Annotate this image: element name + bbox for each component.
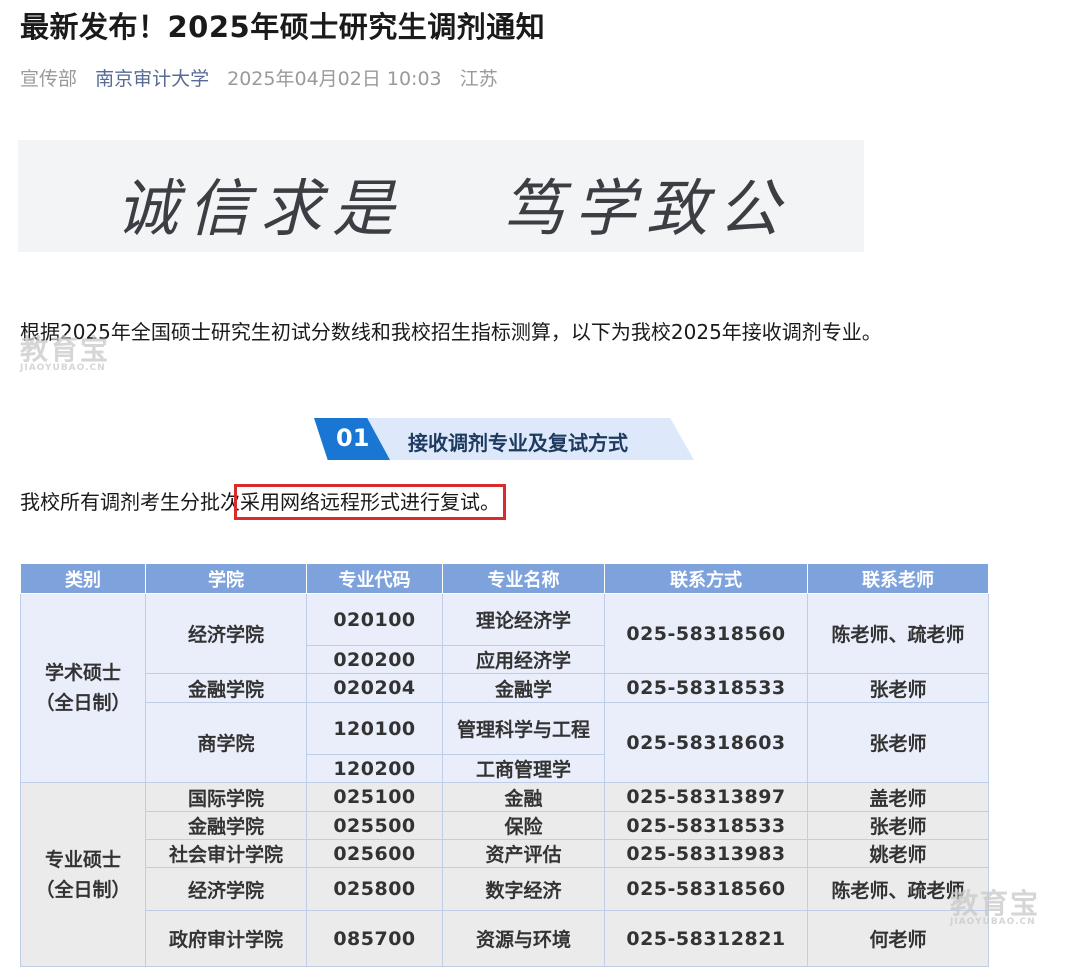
code-cell: 120200 <box>306 754 443 783</box>
retest-highlight: 采用网络远程形式进行复试。 <box>234 484 506 520</box>
teacher-cell: 盖老师 <box>807 782 989 812</box>
college-cell: 政府审计学院 <box>145 910 307 967</box>
motto-right: 笃学致公 <box>502 172 791 245</box>
section-title: 接收调剂专业及复试方式 <box>408 431 628 455</box>
table-header-row: 类别 学院 专业代码 专业名称 联系方式 联系老师 <box>20 563 989 594</box>
phone-cell: 025-58318560 <box>604 867 808 911</box>
header-category: 类别 <box>20 563 146 594</box>
code-cell: 120100 <box>306 702 443 755</box>
table-row: 社会审计学院 025600 资产评估 025-58313983 姚老师 <box>21 839 989 868</box>
phone-cell: 025-58318533 <box>604 811 808 840</box>
teacher-cell: 张老师 <box>807 702 989 783</box>
admission-table: 类别 学院 专业代码 专业名称 联系方式 联系老师 学术硕士 （全日制） 经济学… <box>20 563 989 967</box>
header-college: 学院 <box>145 563 307 594</box>
phone-cell: 025-58318603 <box>604 702 808 783</box>
code-cell: 025600 <box>306 839 443 868</box>
table-row: 政府审计学院 085700 资源与环境 025-58312821 何老师 <box>21 910 989 967</box>
category-cell-academic: 学术硕士 （全日制） <box>20 593 146 783</box>
header-code: 专业代码 <box>306 563 443 594</box>
watermark-brand: 教育宝 <box>20 333 111 366</box>
watermark-logo: 教育宝 JIAOYUBAO.CN <box>20 336 110 373</box>
code-cell: 020200 <box>306 645 443 674</box>
code-cell: 025800 <box>306 867 443 911</box>
code-cell: 020204 <box>306 673 443 703</box>
meta-datetime: 2025年04月02日 10:03 <box>227 68 442 90</box>
motto-left: 诚信求是 <box>116 172 405 245</box>
major-cell: 应用经济学 <box>442 645 605 674</box>
code-cell: 020100 <box>306 593 443 646</box>
retest-prefix: 我校所有调剂考生分批次 <box>20 490 240 514</box>
major-cell: 保险 <box>442 811 605 840</box>
article-meta: 宣传部 南京审计大学 2025年04月02日 10:03 江苏 <box>20 64 510 91</box>
code-cell: 025100 <box>306 782 443 812</box>
section-header: 01 接收调剂专业及复试方式 <box>314 418 694 460</box>
major-cell: 理论经济学 <box>442 593 605 646</box>
table-row: 金融学院 025500 保险 025-58318533 张老师 <box>21 811 989 840</box>
college-cell: 经济学院 <box>145 593 307 674</box>
meta-department: 宣传部 <box>20 68 78 90</box>
phone-cell: 025-58313897 <box>604 782 808 812</box>
category-label: 专业硕士 <box>44 848 121 871</box>
category-mode: （全日制） <box>35 692 131 714</box>
meta-location: 江苏 <box>459 68 498 90</box>
category-cell-professional: 专业硕士 （全日制） <box>20 782 146 967</box>
college-cell: 国际学院 <box>145 782 307 812</box>
college-cell: 金融学院 <box>145 811 307 840</box>
college-cell: 商学院 <box>145 702 307 783</box>
teacher-cell: 姚老师 <box>807 839 989 868</box>
table-row: 学术硕士 （全日制） 经济学院 020100 理论经济学 025-5831856… <box>20 593 989 783</box>
watermark-logo: 教育宝 JIAOYUBAO.CN <box>950 890 1040 927</box>
teacher-cell: 陈老师、疏老师 <box>807 593 989 674</box>
college-cell: 经济学院 <box>145 867 307 911</box>
motto-banner-image: 诚信求是 笃学致公 <box>18 140 864 252</box>
meta-author-link[interactable]: 南京审计大学 <box>95 68 209 90</box>
major-cell: 数字经济 <box>442 867 605 911</box>
phone-cell: 025-58318533 <box>604 673 808 703</box>
phone-cell: 025-58318560 <box>604 593 808 674</box>
major-cell: 资源与环境 <box>442 910 605 967</box>
code-cell: 025500 <box>306 811 443 840</box>
major-cell: 金融学 <box>442 673 605 703</box>
major-cell: 金融 <box>442 782 605 812</box>
major-cell: 管理科学与工程 <box>442 702 605 755</box>
header-teacher: 联系老师 <box>807 563 989 594</box>
college-cell: 金融学院 <box>145 673 307 703</box>
category-mode: （全日制） <box>35 878 131 901</box>
retest-paragraph: 我校所有调剂考生分批次采用网络远程形式进行复试。 <box>20 484 506 520</box>
table-row: 金融学院 020204 金融学 025-58318533 张老师 <box>21 673 989 703</box>
section-number: 01 <box>336 424 370 452</box>
table-row: 专业硕士 （全日制） 国际学院 025100 金融 025-58313897 盖… <box>20 782 989 967</box>
phone-cell: 025-58312821 <box>604 910 808 967</box>
code-cell: 085700 <box>306 910 443 967</box>
phone-cell: 025-58313983 <box>604 839 808 868</box>
watermark-domain: JIAOYUBAO.CN <box>20 363 106 373</box>
table-row: 经济学院 025800 数字经济 025-58318560 陈老师、疏老师 <box>21 867 989 911</box>
header-phone: 联系方式 <box>604 563 808 594</box>
major-cell: 工商管理学 <box>442 754 605 783</box>
watermark-domain: JIAOYUBAO.CN <box>950 917 1036 927</box>
intro-paragraph: 根据2025年全国硕士研究生初试分数线和我校招生指标测算，以下为我校2025年接… <box>20 320 882 344</box>
header-major: 专业名称 <box>442 563 605 594</box>
college-cell: 社会审计学院 <box>145 839 307 868</box>
category-label: 学术硕士 <box>44 662 121 684</box>
watermark-brand: 教育宝 <box>950 887 1041 920</box>
teacher-cell: 张老师 <box>807 811 989 840</box>
article-title: 最新发布！2025年硕士研究生调剂通知 <box>20 10 546 44</box>
table-row: 商学院 120100 管理科学与工程 025-58318603 张老师 <box>21 702 989 783</box>
major-cell: 资产评估 <box>442 839 605 868</box>
teacher-cell: 张老师 <box>807 673 989 703</box>
